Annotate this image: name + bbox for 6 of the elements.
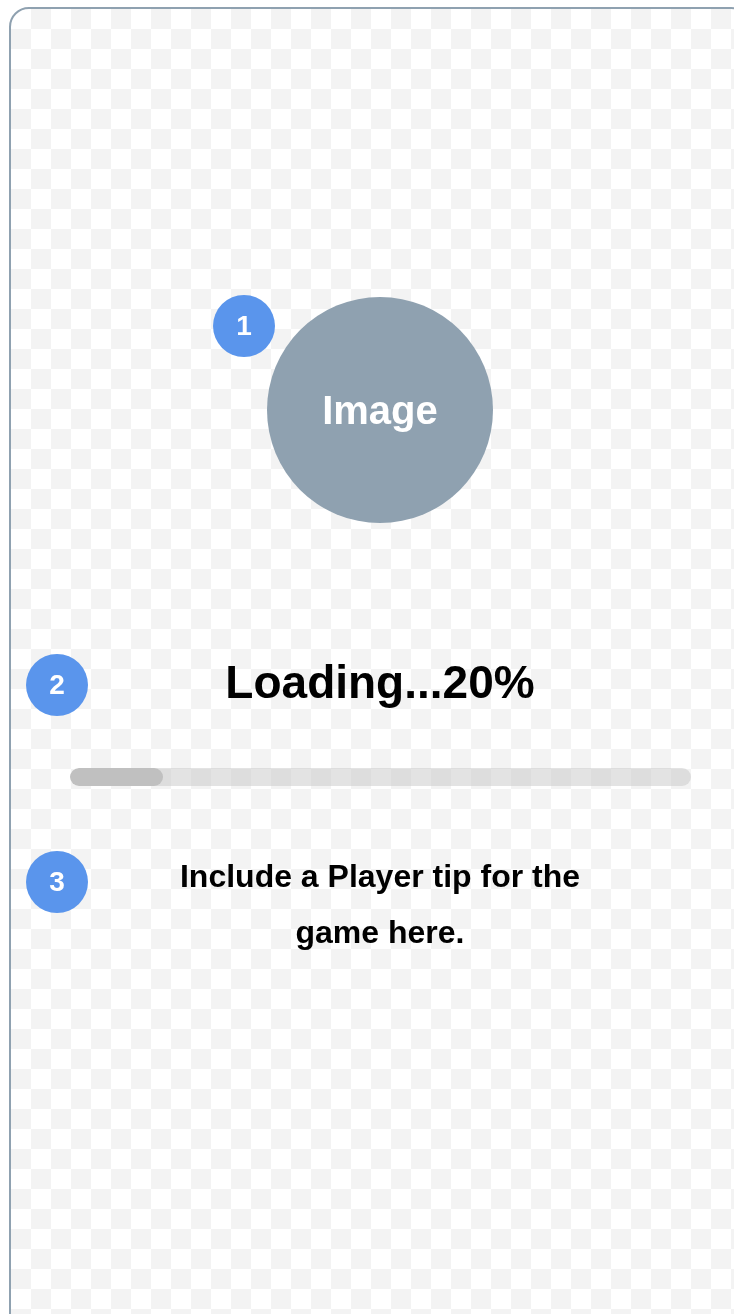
step-marker: 1 <box>213 295 275 357</box>
loading-text: Loading...20% <box>225 655 535 710</box>
image-label: Image <box>322 387 438 433</box>
player-tip: Include a Player tip for the game here. <box>178 857 582 952</box>
step-marker: 3 <box>26 851 88 913</box>
step-marker: 2 <box>26 654 88 716</box>
